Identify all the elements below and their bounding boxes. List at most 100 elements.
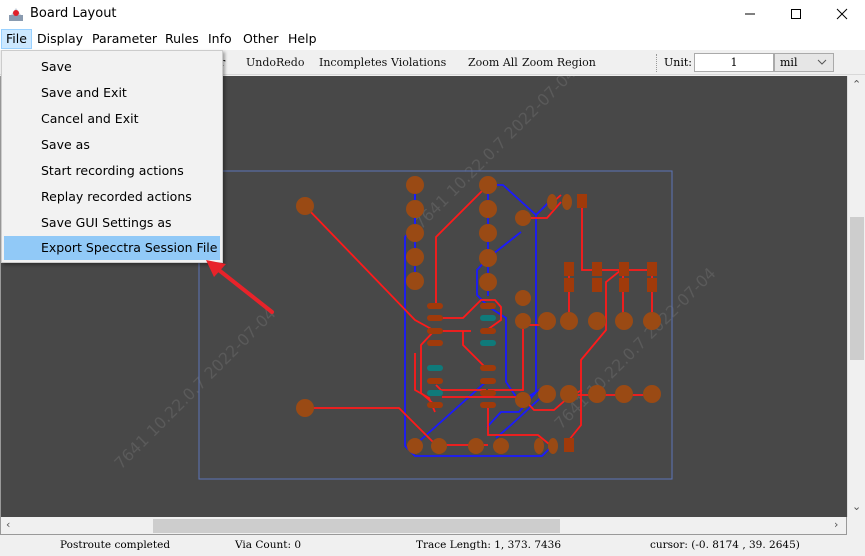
oval-pad xyxy=(547,194,557,210)
round-pad xyxy=(479,176,497,194)
round-pad xyxy=(515,210,531,226)
undo-button[interactable]: Undo xyxy=(246,56,276,69)
scroll-up-icon[interactable]: ⌃ xyxy=(852,78,861,91)
menu-rules[interactable]: Rules xyxy=(161,29,203,49)
horizontal-scroll-thumb[interactable] xyxy=(153,519,560,533)
maximize-icon xyxy=(791,9,801,19)
title-bar: Board Layout xyxy=(0,0,865,28)
square-pad xyxy=(592,278,602,292)
via-count: Via Count: 0 xyxy=(235,539,302,551)
zoom-all-button[interactable]: Zoom All xyxy=(468,56,518,69)
round-pad xyxy=(615,385,633,403)
unit-label: Unit: xyxy=(664,56,692,69)
round-pad xyxy=(479,200,497,218)
menu-item-export-specctra-session[interactable]: Export Specctra Session File xyxy=(4,236,220,260)
smd-pad xyxy=(480,328,496,334)
menu-item-save-gui-settings[interactable]: Save GUI Settings as Default xyxy=(4,211,220,254)
round-pad xyxy=(296,197,314,215)
menu-item-save[interactable]: Save xyxy=(4,55,220,79)
smd-pad xyxy=(427,402,443,408)
menu-file[interactable]: File xyxy=(1,29,32,49)
scroll-right-icon[interactable]: › xyxy=(834,518,838,531)
smd-pad xyxy=(480,390,496,396)
square-pad xyxy=(619,278,629,292)
round-pad xyxy=(588,312,606,330)
unit-select-value: mil xyxy=(780,56,798,69)
menu-item-cancel-and-exit[interactable]: Cancel and Exit xyxy=(4,107,220,131)
square-pad xyxy=(647,278,657,292)
redo-button[interactable]: Redo xyxy=(276,56,304,69)
round-pad xyxy=(643,312,661,330)
oval-pad xyxy=(548,438,558,454)
menu-item-replay-recorded[interactable]: Replay recorded actions xyxy=(4,185,220,209)
watermark-text: 7641 10.22.0.7 2022-07-04 xyxy=(110,304,279,473)
round-pad xyxy=(538,385,556,403)
square-pad xyxy=(564,262,574,276)
menu-info[interactable]: Info xyxy=(204,29,236,49)
round-pad xyxy=(493,438,509,454)
smd-pad xyxy=(480,365,496,371)
square-pad xyxy=(647,262,657,276)
menu-parameter[interactable]: Parameter xyxy=(88,29,161,49)
round-pad xyxy=(468,438,484,454)
incompletes-button[interactable]: Incompletes xyxy=(319,56,387,69)
trace-length: Trace Length: 1, 373. 7436 xyxy=(416,539,562,551)
file-menu-dropdown: Save Save and Exit Cancel and Exit Save … xyxy=(1,50,223,263)
menu-help[interactable]: Help xyxy=(284,29,321,49)
status-bar: Postroute completed Via Count: 0 Trace L… xyxy=(0,536,865,556)
square-pad xyxy=(592,262,602,276)
board-layout-app-icon xyxy=(9,8,23,21)
round-pad xyxy=(407,438,423,454)
round-pad xyxy=(406,248,424,266)
square-pad xyxy=(564,438,574,452)
smd-pad xyxy=(480,402,496,408)
minimize-icon xyxy=(745,13,755,15)
zoom-region-button[interactable]: Zoom Region xyxy=(522,56,596,69)
watermark-text: 7641 10.22.0.7 2022-07-04 xyxy=(550,264,719,433)
round-pad xyxy=(479,249,497,267)
oval-pad xyxy=(562,194,572,210)
round-pad xyxy=(431,438,447,454)
smd-pad xyxy=(480,340,496,346)
scroll-left-icon[interactable]: ‹ xyxy=(6,518,10,531)
round-pad xyxy=(588,385,606,403)
menu-item-save-and-exit[interactable]: Save and Exit xyxy=(4,81,220,105)
square-pad xyxy=(564,278,574,292)
round-pad xyxy=(479,273,497,291)
minimize-button[interactable] xyxy=(727,0,773,28)
round-pad xyxy=(538,312,556,330)
smd-pad xyxy=(427,315,443,321)
smd-pad xyxy=(427,340,443,346)
menu-display[interactable]: Display xyxy=(33,29,87,49)
violations-button[interactable]: Violations xyxy=(391,56,446,69)
menu-bar: File Display Parameter Rules Info Other … xyxy=(0,28,865,50)
unit-select[interactable]: mil xyxy=(774,53,834,72)
square-pad xyxy=(577,194,587,208)
vertical-scroll-thumb[interactable] xyxy=(850,217,864,360)
toolbar-grip[interactable] xyxy=(656,54,658,72)
square-pad xyxy=(619,262,629,276)
round-pad xyxy=(479,224,497,242)
status-message: Postroute completed xyxy=(60,539,171,551)
menu-other[interactable]: Other xyxy=(239,29,283,49)
round-pad xyxy=(406,176,424,194)
round-pad xyxy=(560,312,578,330)
menu-item-start-recording[interactable]: Start recording actions xyxy=(4,159,220,183)
round-pad xyxy=(643,385,661,403)
menu-item-save-as[interactable]: Save as xyxy=(4,133,220,157)
maximize-button[interactable] xyxy=(773,0,819,28)
smd-pad xyxy=(427,303,443,309)
scroll-down-icon[interactable]: ⌄ xyxy=(852,500,861,513)
round-pad xyxy=(296,399,314,417)
cursor-position: cursor: (-0. 8174 , 39. 2645) xyxy=(650,539,800,551)
smd-pad xyxy=(427,365,443,371)
vertical-scrollbar[interactable]: ⌃ ⌄ xyxy=(847,76,865,517)
round-pad xyxy=(515,392,531,408)
bottom-layer-trace xyxy=(535,201,550,216)
unit-value-input[interactable]: 1 xyxy=(694,53,774,72)
round-pad xyxy=(515,290,531,306)
close-button[interactable] xyxy=(819,0,865,28)
round-pad xyxy=(515,313,531,329)
round-pad xyxy=(560,385,578,403)
horizontal-scrollbar[interactable]: ‹ › xyxy=(0,517,847,535)
